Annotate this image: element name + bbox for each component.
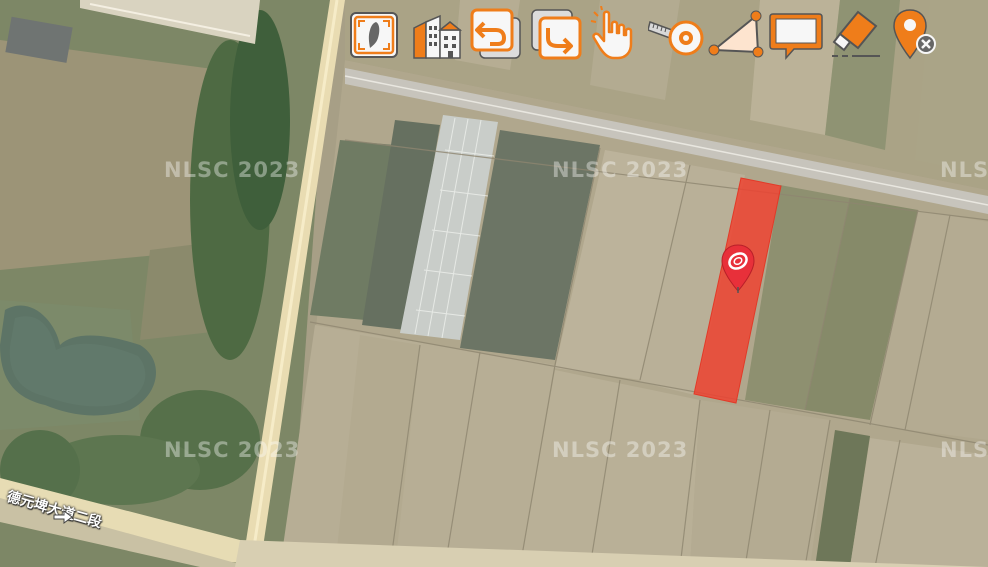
one-way-arrow-icon <box>53 510 73 524</box>
eraser-icon <box>832 10 880 57</box>
speech-bubble-icon <box>769 13 823 60</box>
measure-area-button[interactable] <box>708 6 764 62</box>
undo-view-button[interactable] <box>468 6 524 62</box>
remove-marker-button[interactable] <box>888 6 944 62</box>
location-pin-icon[interactable] <box>720 243 756 295</box>
tape-measure-icon <box>648 20 704 56</box>
map-view[interactable]: NLSC 2023 NLSC 2023 NLSC 2023 NLSC 2023 … <box>0 0 988 567</box>
3d-buildings-button[interactable] <box>408 6 464 62</box>
redo-view-button[interactable] <box>528 6 584 62</box>
measure-distance-button[interactable] <box>648 6 704 62</box>
pan-button[interactable] <box>588 6 644 62</box>
remove-pin-icon <box>893 9 936 60</box>
hand-pointer-icon <box>590 6 633 60</box>
undo-arrow-icon <box>470 8 521 59</box>
full-extent-button[interactable] <box>346 6 402 62</box>
watermark: NLSC 2023 <box>552 438 689 462</box>
annotation-button[interactable] <box>768 6 824 62</box>
map-toolbar <box>346 4 946 62</box>
triangle-area-icon <box>708 10 764 58</box>
redo-arrow-icon <box>531 9 582 60</box>
clear-drawings-button[interactable] <box>828 6 884 62</box>
satellite-imagery <box>0 0 988 567</box>
watermark: NLSC 2023 <box>552 158 689 182</box>
watermark: NLSC 2023 <box>940 438 988 462</box>
buildings-icon <box>413 14 463 59</box>
watermark: NLSC 2023 <box>164 438 301 462</box>
watermark: NLSC 2023 <box>164 158 301 182</box>
watermark: NLSC 2023 <box>940 158 988 182</box>
taiwan-fullscreen-icon <box>350 12 398 58</box>
